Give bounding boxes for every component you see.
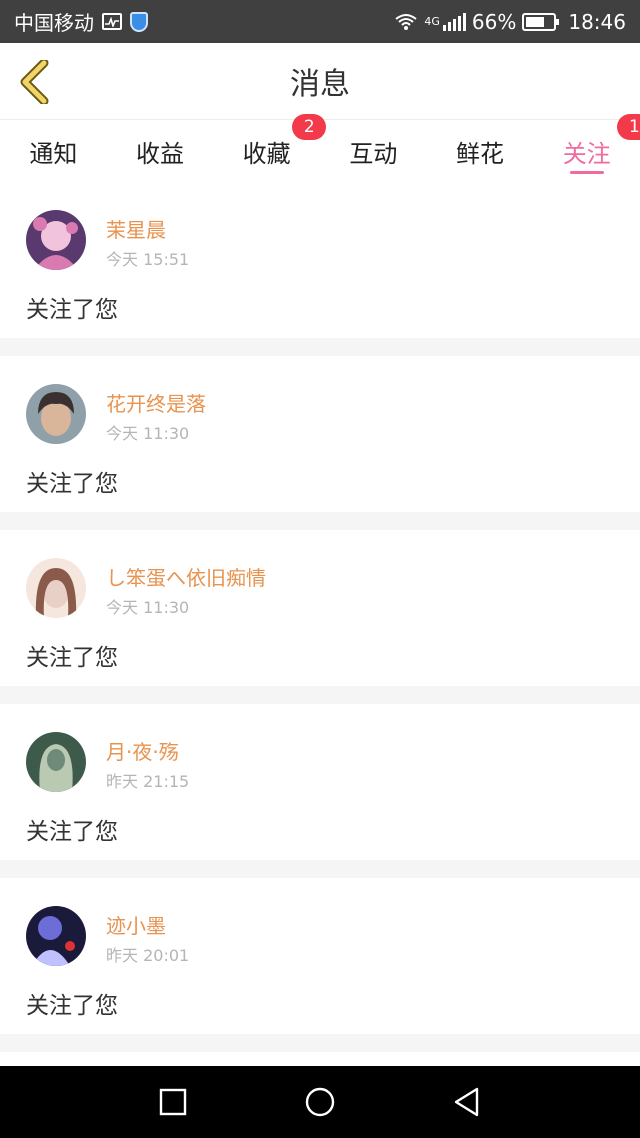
activity-icon xyxy=(102,13,122,30)
battery-percent: 66% xyxy=(471,9,517,34)
active-tab-indicator xyxy=(569,171,604,174)
message-text: 关注了您 xyxy=(26,993,118,1019)
back-icon xyxy=(454,1087,478,1117)
avatar[interactable] xyxy=(26,210,86,270)
signal-icon xyxy=(442,12,466,31)
tab-label: 收藏 xyxy=(242,139,291,168)
tab-label: 关注 xyxy=(562,139,611,168)
chevron-left-icon xyxy=(20,60,49,104)
back-button[interactable] xyxy=(14,57,54,107)
wifi-icon xyxy=(394,13,418,31)
status-bar: 中国移动 4G 66% 18:46 xyxy=(0,0,640,43)
list-item[interactable]: 迹小墨 昨天 20:01 关注了您 xyxy=(0,878,640,1034)
timestamp: 昨天 20:01 xyxy=(106,946,190,965)
avatar[interactable] xyxy=(26,906,86,966)
tab-favorites[interactable]: 收藏 2 xyxy=(213,114,327,182)
message-text: 关注了您 xyxy=(26,645,118,671)
nav-back-button[interactable] xyxy=(437,1072,497,1132)
tab-notifications[interactable]: 通知 xyxy=(0,120,107,182)
message-text: 关注了您 xyxy=(26,471,118,497)
timestamp: 今天 11:30 xyxy=(106,424,190,443)
battery-fill xyxy=(526,16,544,27)
tab-interactions[interactable]: 互动 xyxy=(320,120,427,182)
list-item[interactable]: 花开终是落 今天 11:30 关注了您 xyxy=(0,356,640,512)
app-root: 中国移动 4G 66% 18:46 消息 通知 收益 收藏 2 互动 鲜花 关注… xyxy=(0,0,640,1138)
system-nav-bar xyxy=(0,1066,640,1138)
timestamp: 昨天 21:15 xyxy=(106,772,190,791)
tab-label: 收益 xyxy=(136,139,184,168)
status-right: 4G 66% 18:46 xyxy=(394,10,626,34)
timestamp: 今天 11:30 xyxy=(106,598,190,617)
unread-badge: 1 xyxy=(617,114,640,140)
tab-flowers[interactable]: 鲜花 xyxy=(427,120,534,182)
list-item[interactable]: 月·夜·殇 昨天 21:15 关注了您 xyxy=(0,704,640,860)
avatar[interactable] xyxy=(26,732,86,792)
list-item[interactable]: し笨蛋へ依旧痴情 今天 11:30 关注了您 xyxy=(0,530,640,686)
message-text: 关注了您 xyxy=(26,297,118,323)
avatar[interactable] xyxy=(26,558,86,618)
user-name[interactable]: 迹小墨 xyxy=(106,910,166,939)
recents-button[interactable] xyxy=(143,1072,203,1132)
battery-icon xyxy=(522,12,560,31)
tab-label: 通知 xyxy=(29,139,78,168)
page-title: 消息 xyxy=(290,67,350,102)
network-type: 4G xyxy=(424,15,440,28)
message-text: 关注了您 xyxy=(26,819,118,845)
tab-bar: 通知 收益 收藏 2 互动 鲜花 关注 1 xyxy=(0,114,640,182)
clock: 18:46 xyxy=(568,9,626,34)
user-name[interactable]: 月·夜·殇 xyxy=(106,736,179,765)
tab-label: 鲜花 xyxy=(456,139,505,168)
tab-earnings[interactable]: 收益 xyxy=(107,120,214,182)
home-icon xyxy=(305,1087,335,1117)
carrier-label: 中国移动 xyxy=(14,11,94,35)
shield-icon xyxy=(130,11,148,32)
recents-icon xyxy=(160,1088,187,1116)
list-item[interactable]: 茉星晨 今天 15:51 关注了您 xyxy=(0,182,640,338)
user-name[interactable]: 茉星晨 xyxy=(106,214,166,243)
tab-follows[interactable]: 关注 1 xyxy=(533,114,640,182)
timestamp: 今天 15:51 xyxy=(106,250,190,269)
avatar[interactable] xyxy=(26,384,86,444)
home-button[interactable] xyxy=(290,1072,350,1132)
user-name[interactable]: 花开终是落 xyxy=(106,388,206,417)
status-left: 中国移动 xyxy=(14,7,148,36)
tab-label: 互动 xyxy=(349,139,398,168)
user-name[interactable]: し笨蛋へ依旧痴情 xyxy=(106,562,266,591)
header: 消息 xyxy=(0,43,640,120)
